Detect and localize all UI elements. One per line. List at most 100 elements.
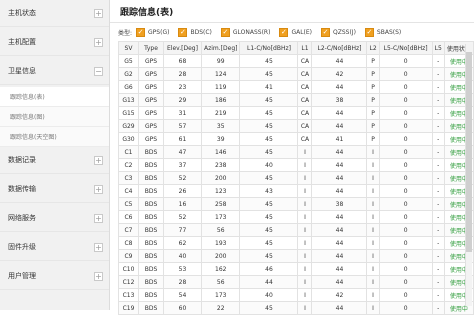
table-cell: 44	[311, 236, 368, 250]
filter-gps-label: GPS(G)	[148, 28, 170, 36]
expand-plus-icon[interactable]: +	[94, 8, 103, 18]
table-cell: 0	[378, 171, 433, 185]
table-cell: -	[431, 262, 445, 276]
table-cell: I	[366, 210, 380, 224]
table-row: C6 BDS 52 173 45 I 44 I 0- 使用中	[118, 210, 474, 224]
table-cell: 119	[200, 80, 241, 94]
table-row: C9 BDS 40 200 45 I 44 I 0- 使用中	[118, 249, 474, 263]
table-cell: 45	[239, 67, 299, 81]
sidebar-item-satellite-info[interactable]: 卫星信息 −	[0, 58, 109, 85]
sidebar-item-user-management[interactable]: 用户管理 +	[0, 263, 109, 290]
table-cell: GPS	[138, 54, 164, 68]
sidebar-subitem-tracking-chart[interactable]: 跟踪信息(图)	[0, 107, 109, 127]
table-cell: -	[431, 288, 445, 302]
checkbox-checked-icon[interactable]: ✓	[136, 27, 146, 37]
sidebar-item-host-config[interactable]: 主机配置 +	[0, 29, 109, 56]
column-header: L5	[431, 41, 445, 55]
table-cell: 44	[311, 171, 368, 185]
table-cell: BDS	[138, 262, 164, 276]
sidebar: 主机状态 + 主机配置 + 卫星信息 − 跟踪信息(表) 跟踪信息(图) 跟踪信…	[0, 0, 110, 310]
table-cell: C1	[118, 145, 139, 159]
filter-gal-label: GAL(E)	[291, 28, 313, 36]
collapse-minus-icon[interactable]: −	[94, 66, 103, 76]
sidebar-item-network-service[interactable]: 网络服务 +	[0, 205, 109, 232]
table-cell: 0	[378, 236, 433, 250]
expand-plus-icon[interactable]: +	[94, 184, 103, 194]
table-cell: BDS	[138, 288, 164, 302]
expand-plus-icon[interactable]: +	[94, 271, 103, 281]
filter-gal[interactable]: ✓ GAL(E)	[279, 27, 313, 37]
filter-gps[interactable]: ✓ GPS(G)	[136, 27, 170, 37]
sidebar-item-data-record[interactable]: 数据记录 +	[0, 147, 109, 174]
table-cell: CA	[297, 54, 313, 68]
table-row: C1 BDS 47 146 45 I 44 I 0- 使用中	[118, 145, 474, 159]
table-cell: BDS	[138, 223, 164, 237]
table-cell: 45	[239, 171, 299, 185]
table-cell: P	[366, 132, 380, 146]
table-cell: 54	[163, 288, 202, 302]
table-cell: C2	[118, 158, 139, 172]
column-header: Elev.[Deg]	[163, 41, 202, 55]
table-cell: 173	[200, 210, 241, 224]
scrollbar-thumb[interactable]	[466, 52, 472, 252]
table-cell: C10	[118, 262, 139, 276]
table-cell: 35	[200, 119, 241, 133]
filter-qzss[interactable]: ✓ QZSS(J)	[321, 27, 356, 37]
table-cell: 0	[378, 301, 433, 315]
checkbox-checked-icon[interactable]: ✓	[364, 27, 374, 37]
table-cell: 0	[378, 210, 433, 224]
table-cell: I	[297, 236, 313, 250]
table-cell: C19	[118, 301, 139, 315]
table-row: G5 GPS 68 99 45 CA 44 P 0- 使用中	[118, 54, 474, 68]
filter-sbas[interactable]: ✓ SBAS(S)	[364, 27, 401, 37]
type-filter-bar: 类型: ✓ GPS(G) ✓ BDS(C) ✓ GLONASS(R) ✓ GAL…	[110, 23, 474, 41]
checkbox-checked-icon[interactable]: ✓	[220, 27, 230, 37]
expand-plus-icon[interactable]: +	[94, 155, 103, 165]
table-cell: BDS	[138, 158, 164, 172]
filter-bds[interactable]: ✓ BDS(C)	[178, 27, 212, 37]
checkbox-checked-icon[interactable]: ✓	[321, 27, 331, 37]
table-cell: 0	[378, 93, 433, 107]
table-cell: 56	[200, 223, 241, 237]
table-cell: 28	[163, 67, 202, 81]
filter-label: 类型:	[118, 29, 133, 37]
table-cell: C4	[118, 184, 139, 198]
table-cell: G30	[118, 132, 139, 146]
sidebar-item-firmware-upgrade[interactable]: 固件升级 +	[0, 234, 109, 261]
table-cell: CA	[297, 93, 313, 107]
table-cell: I	[297, 288, 313, 302]
table-cell: P	[366, 106, 380, 120]
table-cell: G13	[118, 93, 139, 107]
expand-plus-icon[interactable]: +	[94, 37, 103, 47]
checkbox-checked-icon[interactable]: ✓	[178, 27, 188, 37]
table-cell: 68	[163, 54, 202, 68]
expand-plus-icon[interactable]: +	[94, 242, 103, 252]
vertical-scrollbar[interactable]	[465, 44, 472, 306]
sidebar-item-data-transfer[interactable]: 数据传输 +	[0, 176, 109, 203]
table-cell: 162	[200, 262, 241, 276]
checkbox-checked-icon[interactable]: ✓	[279, 27, 289, 37]
table-cell: C12	[118, 275, 139, 289]
table-cell: 0	[378, 119, 433, 133]
table-cell: C6	[118, 210, 139, 224]
table-cell: GPS	[138, 119, 164, 133]
filter-glonass[interactable]: ✓ GLONASS(R)	[220, 27, 270, 37]
expand-plus-icon[interactable]: +	[94, 213, 103, 223]
table-cell: -	[431, 223, 445, 237]
table-cell: 22	[200, 301, 241, 315]
sidebar-item-label: 数据记录	[8, 156, 36, 164]
sidebar-item-host-status[interactable]: 主机状态 +	[0, 0, 109, 27]
table-cell: 200	[200, 249, 241, 263]
table-cell: 44	[311, 119, 368, 133]
table-cell: 44	[311, 54, 368, 68]
table-cell: 45	[239, 132, 299, 146]
table-cell: 57	[163, 119, 202, 133]
sidebar-subitem-tracking-table[interactable]: 跟踪信息(表)	[0, 87, 109, 107]
table-cell: 56	[200, 275, 241, 289]
table-cell: 0	[378, 223, 433, 237]
table-cell: 44	[311, 184, 368, 198]
sidebar-subitem-tracking-skyplot[interactable]: 跟踪信息(天空图)	[0, 127, 109, 147]
table-cell: 0	[378, 145, 433, 159]
sidebar-subitem-label: 跟踪信息(天空图)	[10, 134, 57, 141]
table-cell: CA	[297, 106, 313, 120]
